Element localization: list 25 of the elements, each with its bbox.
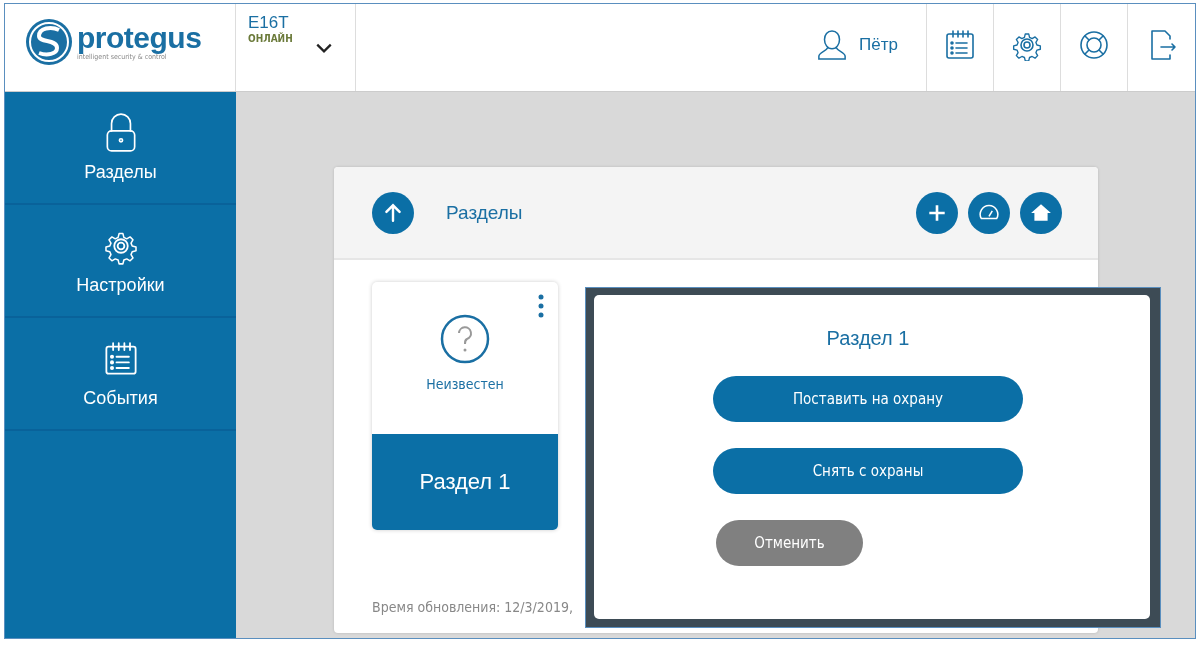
device-name: E16T: [248, 13, 290, 32]
gauge-button[interactable]: [968, 191, 1010, 234]
update-time: Время обновления: 12/3/2019,: [372, 599, 574, 617]
user-name[interactable]: Пётр: [859, 34, 898, 55]
home-button[interactable]: [1020, 191, 1062, 234]
events-icon[interactable]: [944, 28, 976, 61]
section-card[interactable]: Неизвестен Раздел 1: [372, 282, 558, 530]
panel-title: Разделы: [446, 201, 523, 224]
arrow-up-icon: [382, 201, 404, 224]
more-icon[interactable]: [538, 294, 544, 318]
dialog-title: Раздел 1: [826, 327, 910, 350]
add-button[interactable]: [916, 191, 958, 234]
up-button[interactable]: [372, 191, 414, 234]
logo-wordmark: protegus: [77, 22, 202, 53]
card-name: Раздел 1: [372, 434, 558, 530]
user-icon[interactable]: [817, 27, 847, 62]
chevron-icon[interactable]: [314, 42, 333, 54]
action-button[interactable]: Снять с охраны: [713, 448, 1023, 494]
question-icon: [440, 314, 490, 364]
action-button[interactable]: Поставить на охрану: [713, 376, 1023, 422]
cancel-button[interactable]: Отменить: [716, 520, 863, 566]
logo-icon: [25, 17, 73, 66]
card-status: Неизвестен: [426, 376, 504, 392]
lifebuoy-icon[interactable]: [1078, 28, 1110, 61]
device-status: ОНЛАЙН: [248, 33, 293, 44]
